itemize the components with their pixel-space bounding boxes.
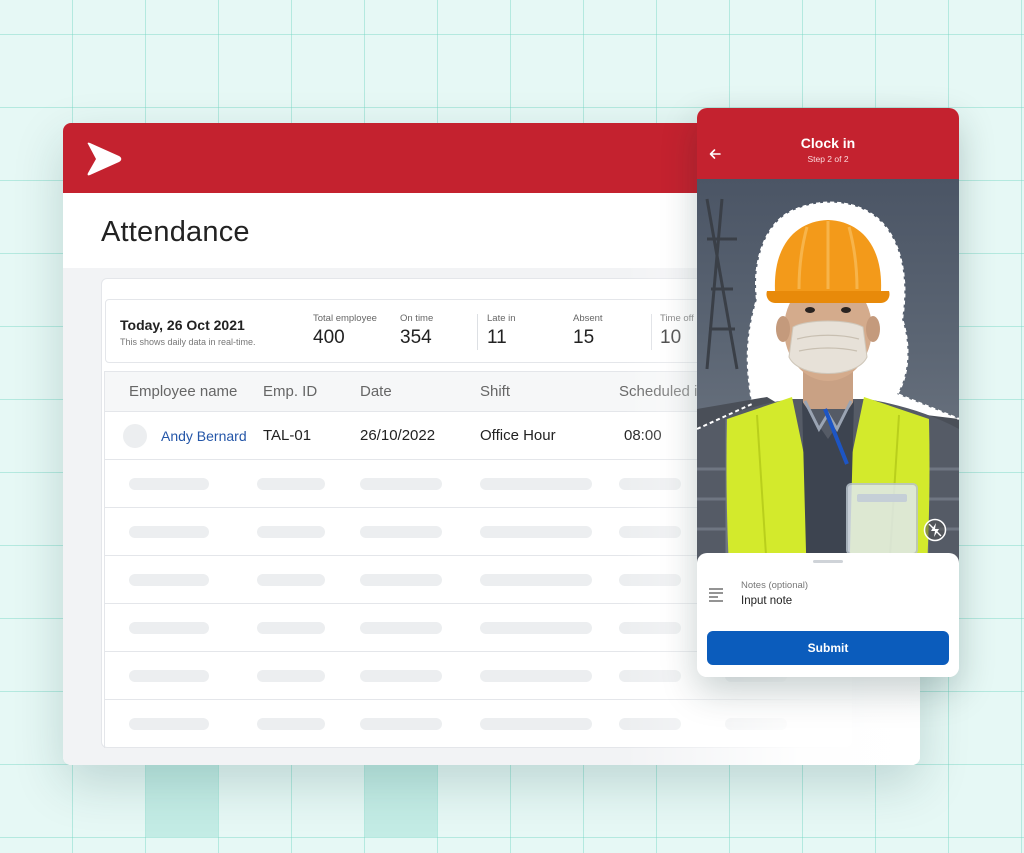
shift-cell: Office Hour xyxy=(480,427,556,444)
skeleton-bar xyxy=(480,574,592,586)
emp-id-cell: TAL-01 xyxy=(263,427,312,444)
chevron-logo-icon[interactable] xyxy=(85,142,123,176)
stat-label: On time xyxy=(400,313,434,324)
stat-label: Time off xyxy=(660,313,694,324)
stat-total-employee: Total employee 400 xyxy=(313,313,377,349)
skeleton-bar xyxy=(360,478,442,490)
stat-value: 400 xyxy=(313,327,345,348)
skeleton-bar xyxy=(257,718,325,730)
stat-on-time: On time 354 xyxy=(400,313,433,349)
date-cell: 26/10/2022 xyxy=(360,427,436,444)
page-title: Attendance xyxy=(101,216,250,248)
notes-lines-icon xyxy=(709,588,723,602)
stat-value: 354 xyxy=(400,327,432,348)
background-tile xyxy=(146,765,218,837)
skeleton-bar xyxy=(480,670,592,682)
column-header-date[interactable]: Date xyxy=(360,383,392,400)
skeleton-bar xyxy=(619,718,681,730)
skeleton-bar xyxy=(360,670,442,682)
skeleton-bar xyxy=(129,622,209,634)
skeleton-bar xyxy=(360,574,442,586)
skeleton-bar xyxy=(619,478,681,490)
mobile-clock-in-screen: Clock in Step 2 of 2 Notes (optional) In… xyxy=(697,108,959,677)
skeleton-bar xyxy=(480,622,592,634)
skeleton-bar xyxy=(129,670,209,682)
stat-divider xyxy=(477,314,478,350)
summary-date: Today, 26 Oct 2021 xyxy=(120,317,245,333)
skeleton-bar xyxy=(725,718,787,730)
notes-input[interactable]: Input note xyxy=(741,595,792,607)
skeleton-bar xyxy=(480,526,592,538)
skeleton-bar xyxy=(360,718,442,730)
stat-label: Absent xyxy=(573,313,603,324)
scheduled-cell: 08:00 xyxy=(624,427,662,444)
skeleton-bar xyxy=(257,670,325,682)
column-header-employee-name[interactable]: Employee name xyxy=(129,383,237,400)
stat-label: Late in xyxy=(487,313,516,324)
notes-label: Notes (optional) xyxy=(741,580,809,591)
column-header-emp-id[interactable]: Emp. ID xyxy=(263,383,317,400)
stat-label: Total employee xyxy=(313,313,377,324)
column-header-scheduled[interactable]: Scheduled i xyxy=(619,383,697,400)
column-header-shift[interactable]: Shift xyxy=(480,383,510,400)
stat-divider xyxy=(651,314,652,350)
submit-button[interactable]: Submit xyxy=(707,631,949,665)
mobile-step-indicator: Step 2 of 2 xyxy=(807,154,849,164)
stat-value: 15 xyxy=(573,327,595,348)
sheet-handle[interactable] xyxy=(813,560,843,563)
bottom-sheet: Notes (optional) Input note Submit xyxy=(697,553,959,677)
stat-value: 11 xyxy=(487,327,507,348)
skeleton-bar xyxy=(360,622,442,634)
avatar xyxy=(123,424,147,448)
skeleton-bar xyxy=(360,526,442,538)
mobile-title: Clock in xyxy=(800,135,856,151)
skeleton-bar xyxy=(129,478,209,490)
skeleton-bar xyxy=(619,670,681,682)
background-tile xyxy=(365,765,437,837)
employee-name-link[interactable]: Andy Bernard xyxy=(161,428,247,444)
skeleton-bar xyxy=(257,478,325,490)
skeleton-bar xyxy=(480,718,592,730)
skeleton-bar xyxy=(619,574,681,586)
flash-off-icon[interactable] xyxy=(923,518,947,542)
skeleton-bar xyxy=(129,718,209,730)
skeleton-bar xyxy=(619,526,681,538)
summary-subtitle: This shows daily data in real-time. xyxy=(120,337,256,347)
stat-value: 10 xyxy=(660,327,682,348)
stat-late-in: Late in 11 xyxy=(487,313,516,349)
skeleton-bar xyxy=(257,622,325,634)
skeleton-bar xyxy=(129,574,209,586)
skeleton-bar xyxy=(257,574,325,586)
stat-time-off: Time off 10 xyxy=(660,313,694,349)
skeleton-bar xyxy=(619,622,681,634)
stat-absent: Absent 15 xyxy=(573,313,603,349)
skeleton-bar xyxy=(129,526,209,538)
skeleton-bar xyxy=(257,526,325,538)
mobile-header: Clock in Step 2 of 2 xyxy=(697,108,959,179)
skeleton-bar xyxy=(480,478,592,490)
table-row-placeholder xyxy=(104,700,856,748)
